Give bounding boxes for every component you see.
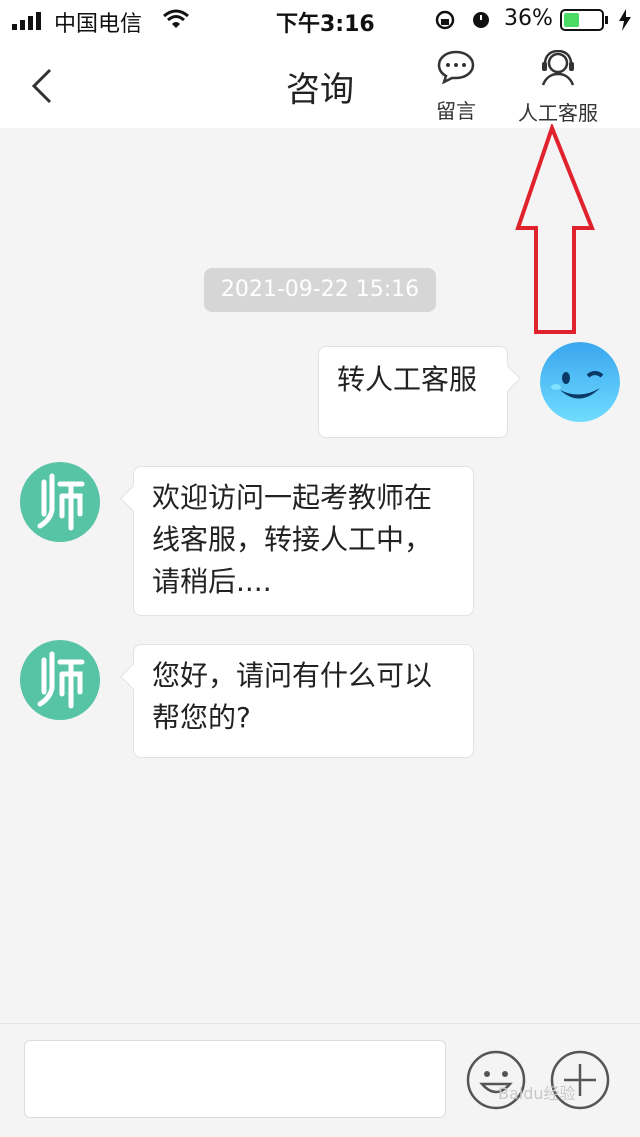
user-message-text: 转人工客服 <box>337 363 478 396</box>
carrier-name: 中国电信 <box>54 12 143 37</box>
message-timestamp: 2021-09-22 15:16 <box>204 268 436 312</box>
human-service-button[interactable]: 人工客服 <box>512 49 604 126</box>
chat-area[interactable]: 2021-09-22 15:16 转人工客服 欢迎访问一起考教师在线客服，转接人… <box>0 128 640 1023</box>
leave-message-label: 留言 <box>436 99 476 123</box>
winking-emoji-icon <box>540 342 620 422</box>
agent-avatar[interactable] <box>20 640 100 720</box>
agent-message-bubble[interactable]: 您好，请问有什么可以帮您的? <box>120 644 474 758</box>
charging-icon <box>619 9 631 31</box>
agent-message-text: 您好，请问有什么可以帮您的? <box>152 659 433 734</box>
watermark: Baidu经验 <box>498 1084 576 1103</box>
message-input[interactable] <box>24 1040 446 1118</box>
battery-percent: 36% <box>504 6 553 31</box>
customer-service-icon <box>541 49 575 86</box>
clock: 下午3:16 <box>276 12 375 37</box>
agent-message-text: 欢迎访问一起考教师在线客服，转接人工中，请稍后.... <box>152 481 433 598</box>
leave-message-button[interactable]: 留言 <box>428 50 484 124</box>
user-avatar[interactable] <box>540 342 620 422</box>
bubble-tail <box>120 663 147 690</box>
agent-message-bubble[interactable]: 欢迎访问一起考教师在线客服，转接人工中，请稍后.... <box>120 466 474 616</box>
signal-icon <box>12 12 41 30</box>
teacher-logo-icon <box>37 473 85 531</box>
alarm-icon <box>473 12 489 28</box>
user-message-bubble[interactable]: 转人工客服 <box>318 346 521 438</box>
bubble-tail <box>494 365 521 392</box>
chat-bubble-icon <box>437 50 475 85</box>
human-service-label: 人工客服 <box>518 101 598 125</box>
status-bar: 中国电信 下午3:16 36% <box>0 0 640 40</box>
agent-avatar[interactable] <box>20 462 100 542</box>
battery-icon <box>560 9 608 31</box>
nav-bar: 咨询 留言 人工客服 <box>0 40 640 128</box>
orientation-lock-icon <box>435 10 455 30</box>
teacher-logo-icon <box>37 651 85 709</box>
wifi-icon <box>163 9 189 28</box>
bubble-tail <box>120 485 147 512</box>
